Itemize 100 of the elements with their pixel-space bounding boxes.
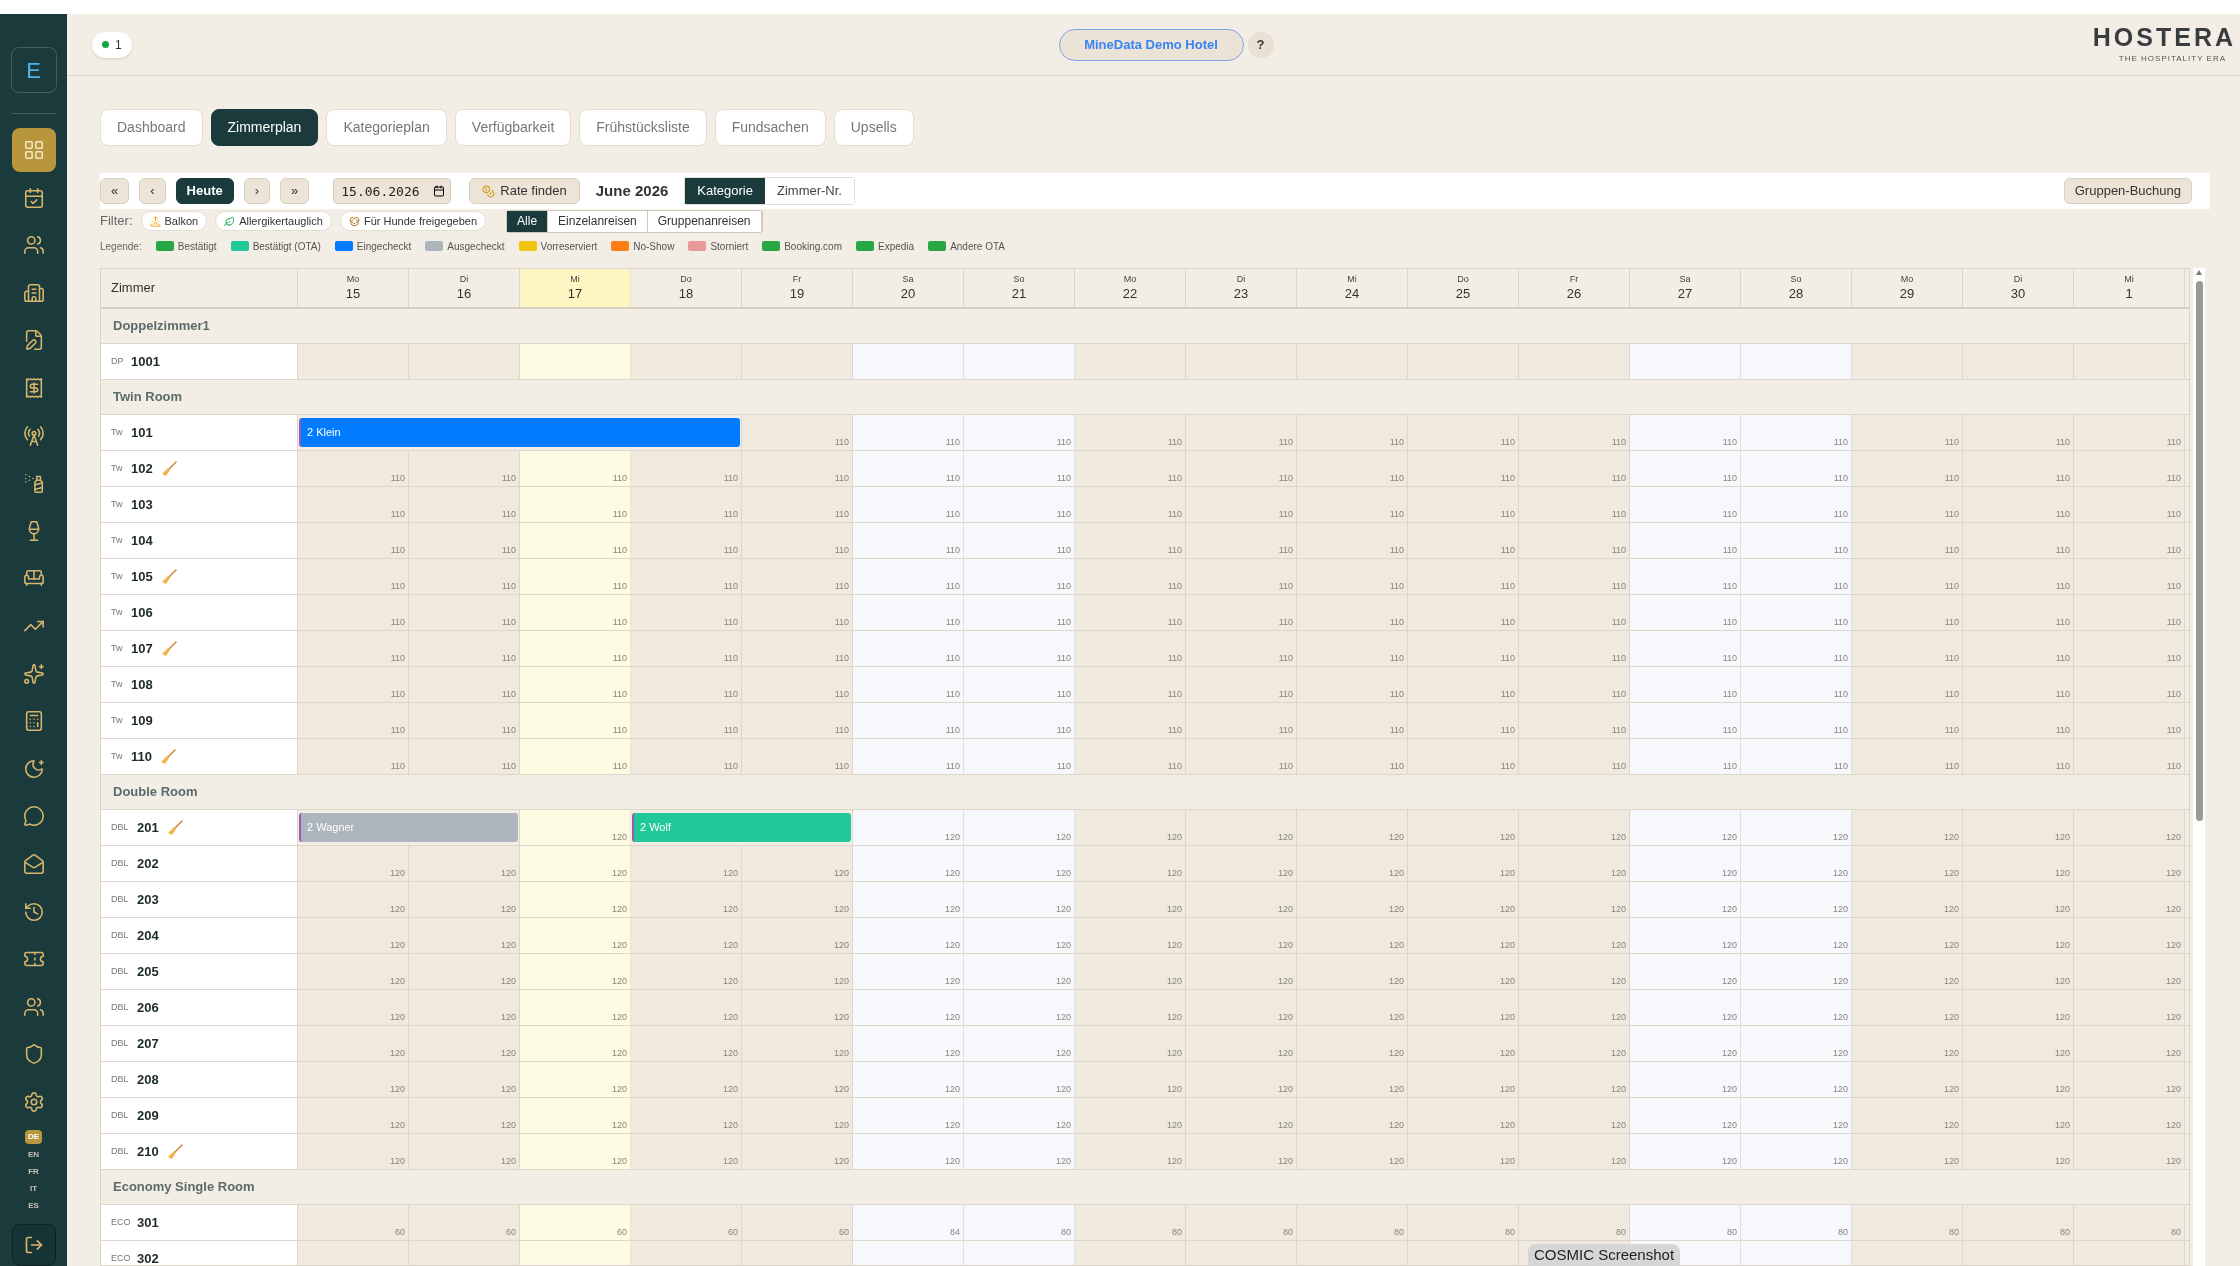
grid-cell[interactable]: 110 [853,487,964,522]
grid-cell[interactable]: 120 [1852,954,1963,989]
grid-cell[interactable]: 110 [1075,523,1186,558]
grid-cell[interactable]: 120 [853,810,964,845]
grid-cell[interactable]: 110 [1852,703,1963,738]
grid-cell[interactable]: 120 [1630,1062,1741,1097]
grid-cell[interactable]: 110 [631,595,742,630]
grid-cell[interactable]: 120 [2074,1134,2185,1169]
grid-cell[interactable]: 120 [1408,846,1519,881]
grid-cell[interactable]: 110 [631,631,742,666]
grid-cell[interactable]: 120 [742,846,853,881]
grid-cell[interactable]: 120 [853,918,964,953]
grid-cell[interactable]: 110 [742,451,853,486]
grid-cell[interactable]: 110 [1741,523,1852,558]
view-toggle[interactable]: Kategorie [685,178,765,204]
grid-cell[interactable]: 80 [964,1205,1075,1240]
grid-cell[interactable]: 110 [1408,703,1519,738]
grid-cell[interactable]: 110 [409,559,520,594]
grid-cell[interactable]: 110 [2074,523,2185,558]
grid-cell[interactable]: 60 [409,1205,520,1240]
grid-cell[interactable]: 120 [1186,990,1297,1025]
grid-cell[interactable]: 110 [964,451,1075,486]
grid-cell[interactable]: 110 [853,451,964,486]
grid-cell[interactable]: 110 [1741,595,1852,630]
grid-cell[interactable] [2074,344,2185,379]
grid-cell[interactable]: 110 [298,559,409,594]
grid-cell[interactable]: 120 [520,954,631,989]
grid-cell[interactable]: 120 [1852,1062,1963,1097]
arrival-filter[interactable]: Einzelanreisen [548,210,648,232]
grid-cell[interactable]: 120 [1408,990,1519,1025]
grid-cell[interactable] [298,344,409,379]
grid-cell[interactable]: 110 [631,739,742,774]
grid-cell[interactable]: 120 [1630,918,1741,953]
grid-cell[interactable]: 120 [1519,810,1630,845]
grid-cell[interactable]: 120 [1852,882,1963,917]
grid-cell[interactable]: 120 [1630,882,1741,917]
grid-cell[interactable]: 120 [742,918,853,953]
grid-cell[interactable]: 120 [853,882,964,917]
grid-cell[interactable]: 120 [1075,882,1186,917]
grid-cell[interactable]: 110 [1408,451,1519,486]
grid-cell[interactable]: 120 [1075,954,1186,989]
grid-cell[interactable]: 120 [298,954,409,989]
grid-cell[interactable]: 120 [520,1134,631,1169]
grid-cell[interactable]: 120 [742,1062,853,1097]
grid-cell[interactable]: 120 [1075,1098,1186,1133]
grid-cell[interactable]: 110 [853,667,964,702]
grid-cell[interactable]: 110 [1963,487,2074,522]
grid-cell[interactable]: 120 [298,1026,409,1061]
grid-cell[interactable]: 120 [520,990,631,1025]
grid-cell[interactable]: 120 [1963,1026,2074,1061]
grid-cell[interactable]: 120 [1519,990,1630,1025]
grid-cell[interactable]: 110 [520,703,631,738]
grid-cell[interactable] [1519,344,1630,379]
grid-cell[interactable]: 120 [1852,990,1963,1025]
grid-cell[interactable]: 120 [1630,846,1741,881]
grid-cell[interactable]: 120 [631,990,742,1025]
grid-cell[interactable]: 110 [520,667,631,702]
grid-cell[interactable]: 110 [2074,451,2185,486]
grid-cell[interactable] [1852,344,1963,379]
grid-cell[interactable]: 110 [853,559,964,594]
grid-cell[interactable]: 60 [520,1205,631,1240]
grid-cell[interactable]: 110 [964,595,1075,630]
grid-cell[interactable]: 110 [1519,595,1630,630]
grid-cell[interactable]: 110 [1852,739,1963,774]
grid-cell[interactable]: 110 [1075,415,1186,450]
grid-cell[interactable]: 120 [409,990,520,1025]
grid-cell[interactable]: 110 [298,703,409,738]
grid-cell[interactable]: 110 [1297,523,1408,558]
arrival-filter[interactable]: Alle [507,210,549,232]
nav-tab[interactable]: Frühstücksliste [579,109,707,146]
grid-cell[interactable] [1630,344,1741,379]
grid-cell[interactable]: 110 [1075,595,1186,630]
grid-cell[interactable]: 110 [409,487,520,522]
grid-cell[interactable]: 110 [520,451,631,486]
grid-cell[interactable]: 120 [1852,846,1963,881]
grid-cell[interactable]: 110 [1297,559,1408,594]
grid-cell[interactable]: 110 [1963,595,2074,630]
grid-cell[interactable]: 110 [964,703,1075,738]
grid-cell[interactable]: 120 [631,954,742,989]
grid-cell[interactable]: 110 [1852,415,1963,450]
filter-chip[interactable]: Balkon [140,211,208,231]
grid-cell[interactable]: 110 [1075,631,1186,666]
grid-cell[interactable]: 110 [1630,703,1741,738]
grid-cell[interactable]: 110 [1408,487,1519,522]
grid-cell[interactable]: 80 [1852,1205,1963,1240]
grid-cell[interactable]: 110 [1075,667,1186,702]
grid-cell[interactable]: 110 [631,559,742,594]
grid-cell[interactable]: 120 [520,1026,631,1061]
grid-cell[interactable]: 120 [1963,954,2074,989]
nav-tab[interactable]: Dashboard [100,109,203,146]
grid-cell[interactable]: 110 [1741,487,1852,522]
grid-cell[interactable]: 120 [631,1098,742,1133]
grid-cell[interactable]: 110 [1186,523,1297,558]
grid-cell[interactable]: 80 [1297,1205,1408,1240]
grid-cell[interactable]: 110 [2074,559,2185,594]
grid-cell[interactable]: 110 [742,415,853,450]
grid-cell[interactable]: 110 [1186,739,1297,774]
grid-cell[interactable]: 110 [1519,415,1630,450]
grid-cell[interactable]: 110 [742,631,853,666]
grid-cell[interactable]: 120 [1186,918,1297,953]
